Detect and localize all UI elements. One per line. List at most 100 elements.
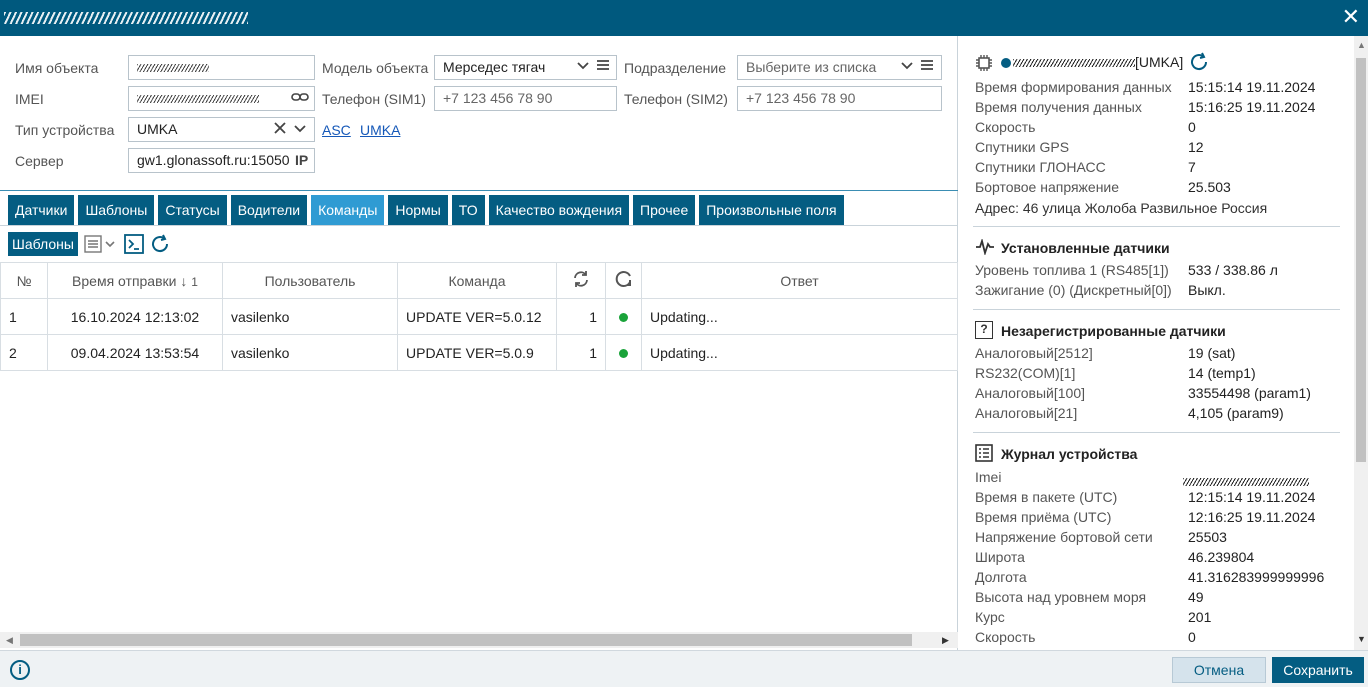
sort-desc-icon: ↓ bbox=[180, 272, 188, 289]
col-answer[interactable]: Ответ bbox=[641, 262, 958, 299]
col-status[interactable] bbox=[605, 262, 642, 299]
cell-command: UPDATE VER=5.0.9 bbox=[397, 334, 557, 371]
terminal-icon[interactable] bbox=[124, 234, 144, 254]
scroll-right-icon[interactable]: ▶ bbox=[942, 635, 949, 646]
info-value: 25.503 bbox=[1188, 179, 1231, 195]
cancel-button[interactable]: Отмена bbox=[1172, 657, 1266, 683]
object-name-input[interactable] bbox=[128, 55, 315, 80]
tab-2[interactable]: Статусы bbox=[158, 195, 227, 225]
info-key: Время формирования данных bbox=[975, 79, 1172, 95]
journal-value: 12:16:25 19.11.2024 bbox=[1188, 509, 1316, 525]
tab-7[interactable]: Качество вождения bbox=[488, 195, 630, 225]
phone2-input[interactable]: +7 123 456 78 90 bbox=[737, 86, 942, 111]
journal-key: Время в пакете (UTC) bbox=[975, 489, 1118, 505]
info-key: Время получения данных bbox=[975, 99, 1142, 115]
journal-key: Курс bbox=[975, 609, 1005, 625]
list-dropdown-icon[interactable] bbox=[84, 234, 118, 254]
list-menu-icon[interactable] bbox=[920, 58, 934, 75]
phone1-input[interactable]: +7 123 456 78 90 bbox=[434, 86, 617, 111]
umka-link[interactable]: UMKA bbox=[360, 122, 400, 138]
chevron-down-icon[interactable] bbox=[900, 58, 914, 75]
cell-user: vasilenko bbox=[222, 298, 398, 335]
repeat-icon bbox=[571, 271, 591, 292]
status-circle-icon bbox=[614, 271, 634, 292]
col-repeat[interactable] bbox=[556, 262, 606, 299]
object-model-label: Модель объекта bbox=[322, 60, 429, 76]
server-input[interactable]: gw1.glonassoft.ru:15050 bbox=[128, 148, 315, 173]
server-label: Сервер bbox=[15, 153, 64, 169]
unregistered-sensor-value: 19 (sat) bbox=[1188, 345, 1236, 361]
cell-answer: Updating... bbox=[641, 298, 958, 335]
tab-bar: Датчики Шаблоны Статусы Водители Команды Норм… bbox=[8, 195, 844, 225]
section-divider bbox=[973, 309, 1340, 310]
horizontal-scrollbar[interactable]: ◀ ▶ bbox=[0, 632, 958, 648]
journal-key: Скорость bbox=[975, 629, 1036, 645]
tab-underline bbox=[0, 225, 958, 226]
tab-3[interactable]: Водители bbox=[230, 195, 308, 225]
object-name-label: Имя объекта bbox=[15, 60, 99, 76]
scroll-up-icon[interactable]: ▲ bbox=[1357, 40, 1366, 50]
tab-9[interactable]: Произвольные поля bbox=[699, 195, 844, 225]
tab-4[interactable]: Команды bbox=[311, 195, 385, 225]
scroll-thumb[interactable] bbox=[20, 634, 912, 646]
journal-value: 12:15:14 19.11.2024 bbox=[1188, 489, 1316, 505]
list-menu-icon[interactable] bbox=[596, 58, 610, 75]
section-divider bbox=[0, 190, 958, 191]
installed-sensors-title: Установленные датчики bbox=[1001, 240, 1170, 256]
refresh-icon[interactable] bbox=[150, 234, 172, 254]
imei-label: IMEI bbox=[15, 91, 44, 107]
status-dot bbox=[619, 312, 628, 322]
col-sent-time-label: Время отправки bbox=[72, 272, 177, 289]
device-name bbox=[1013, 59, 1135, 68]
scroll-down-icon[interactable]: ▼ bbox=[1357, 634, 1366, 644]
cell-command: UPDATE VER=5.0.12 bbox=[397, 298, 557, 335]
unregistered-sensor-key: Аналоговый[100] bbox=[975, 385, 1086, 401]
sort-index: 1 bbox=[191, 274, 198, 289]
cell-repeat-count: 1 bbox=[556, 298, 606, 335]
templates-button[interactable]: Шаблоны bbox=[8, 232, 78, 256]
tab-8[interactable]: Прочее bbox=[633, 195, 696, 225]
journal-key: Широта bbox=[975, 549, 1025, 565]
tab-5[interactable]: Нормы bbox=[388, 195, 448, 225]
journal-icon bbox=[975, 444, 993, 465]
save-button[interactable]: Сохранить bbox=[1272, 657, 1364, 683]
link-icon[interactable] bbox=[291, 90, 309, 107]
cell-repeat-count: 1 bbox=[556, 334, 606, 371]
asc-link[interactable]: ASC bbox=[322, 122, 351, 138]
tab-6[interactable]: ТО bbox=[451, 195, 485, 225]
clear-icon[interactable] bbox=[273, 121, 287, 138]
refresh-icon[interactable] bbox=[1189, 52, 1211, 75]
imei-input[interactable] bbox=[128, 86, 315, 111]
device-type-label: Тип устройства bbox=[15, 122, 115, 138]
chevron-down-icon[interactable] bbox=[293, 121, 307, 138]
table-row[interactable]: 2 09.04.2024 13:53:54 vasilenko UPDATE VER=… bbox=[0, 334, 958, 371]
col-user[interactable]: Пользователь bbox=[222, 262, 398, 299]
commands-toolbar: Шаблоны bbox=[8, 232, 172, 256]
close-icon[interactable]: ✕ bbox=[1342, 5, 1360, 29]
device-journal-title: Журнал устройства bbox=[1001, 446, 1138, 462]
tab-0[interactable]: Датчики bbox=[8, 195, 75, 225]
unregistered-sensors-title: Незарегистрированные датчики bbox=[1001, 323, 1226, 339]
imei-value-obfuscated bbox=[1183, 473, 1309, 489]
col-command[interactable]: Команда bbox=[397, 262, 557, 299]
info-icon[interactable]: i bbox=[10, 660, 30, 680]
col-sent-time[interactable]: Время отправки ↓ 1 bbox=[47, 262, 223, 299]
installed-sensor-value: 533 / 338.86 л bbox=[1188, 262, 1278, 278]
tab-1[interactable]: Шаблоны bbox=[78, 195, 155, 225]
device-header: [UMKA] bbox=[1013, 54, 1183, 74]
info-value: 15:16:25 19.11.2024 bbox=[1188, 99, 1316, 115]
journal-key: Время приёма (UTC) bbox=[975, 509, 1112, 525]
table-row[interactable]: 1 16.10.2024 12:13:02 vasilenko UPDATE VER=… bbox=[0, 298, 958, 335]
info-key: Спутники ГЛОНАСС bbox=[975, 159, 1106, 175]
vertical-scrollbar[interactable]: ▲ ▼ bbox=[1354, 36, 1368, 650]
object-form-pane: Имя объекта Модель объекта Мерседес тяга… bbox=[0, 36, 958, 650]
section-divider bbox=[973, 226, 1340, 227]
chevron-down-icon[interactable] bbox=[576, 58, 590, 75]
installed-sensor-key: Уровень топлива 1 (RS485[1]) bbox=[975, 262, 1169, 278]
sensor-wave-icon bbox=[975, 237, 995, 258]
col-num[interactable]: № bbox=[0, 262, 48, 299]
window-titlebar: ✕ bbox=[0, 0, 1368, 36]
unregistered-sensor-key: Аналоговый[2512] bbox=[975, 345, 1093, 361]
scroll-left-icon[interactable]: ◀ bbox=[6, 635, 13, 646]
scroll-thumb[interactable] bbox=[1356, 58, 1366, 462]
